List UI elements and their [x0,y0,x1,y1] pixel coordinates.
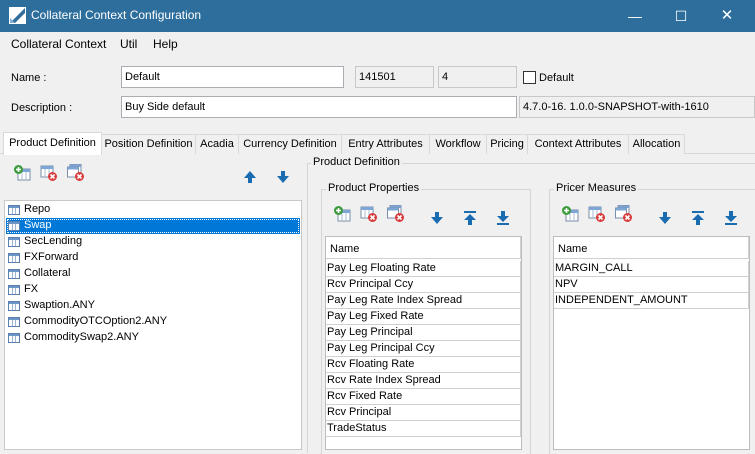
table-row[interactable]: Rcv Principal Ccy [326,277,521,293]
table-row[interactable]: Rcv Rate Index Spread [326,373,521,389]
title-bar[interactable]: Collateral Context Configuration — ☐ ✕ [0,0,755,32]
remove-all-icon[interactable] [615,205,633,223]
move-down-icon[interactable] [428,209,446,227]
description-label: Description : [11,102,73,114]
move-top-icon[interactable] [689,209,707,227]
build-version-field: 4.7.0-16. 1.0.0-SNAPSHOT-with-1610 [519,96,755,118]
menu-util[interactable]: Util [120,37,137,51]
move-top-icon[interactable] [461,209,479,227]
remove-icon[interactable] [360,205,378,223]
menu-help[interactable]: Help [153,37,178,51]
app-logo-icon [9,7,26,24]
list-item[interactable]: FX [6,282,300,298]
table-row[interactable]: MARGIN_CALL [554,261,749,277]
list-item-label: CommoditySwap2.ANY [24,331,139,343]
list-item-label: FX [24,283,39,295]
move-down-icon[interactable] [656,209,674,227]
table-icon [8,269,20,279]
tab-context-attributes[interactable]: Context Attributes [527,134,629,154]
product-properties-title: Product Properties [326,182,422,194]
tab-currency-definition[interactable]: Currency Definition [238,134,342,154]
move-bottom-icon[interactable] [494,209,512,227]
menu-collateral-context[interactable]: Collateral Context [11,37,106,51]
table-row[interactable]: Pay Leg Fixed Rate [326,309,521,325]
move-bottom-icon[interactable] [722,209,740,227]
name-label: Name : [11,72,47,84]
pricer-measures-title: Pricer Measures [554,182,639,194]
list-item[interactable]: FXForward [6,250,300,266]
tab-acadia[interactable]: Acadia [195,134,239,154]
list-item[interactable]: SecLending [6,234,300,250]
list-item[interactable]: CommoditySwap2.ANY [6,330,300,346]
table-row[interactable]: Pay Leg Rate Index Spread [326,293,521,309]
remove-all-icon[interactable] [67,164,85,182]
add-icon[interactable] [561,205,579,223]
table-row[interactable]: Rcv Floating Rate [326,357,521,373]
table-row[interactable]: TradeStatus [326,421,521,437]
product-definition-title: Product Definition [311,156,402,168]
tab-product-definition[interactable]: Product Definition [3,132,102,155]
table-icon [8,285,20,295]
context-header-form: Name : Default 141501 4 Default Descript… [0,57,755,130]
description-input[interactable]: Buy Side default [121,96,517,118]
table-row[interactable]: NPV [554,277,749,293]
tab-pricing[interactable]: Pricing [486,134,528,154]
list-item[interactable]: Swaption.ANY [6,298,300,314]
table-icon [8,253,20,263]
add-icon[interactable] [333,205,351,223]
version-field: 4 [438,66,517,88]
name-column-header[interactable]: Name [554,237,749,259]
close-button[interactable]: ✕ [704,0,750,32]
window-title: Collateral Context Configuration [31,8,202,22]
table-icon [8,237,20,247]
name-column-header[interactable]: Name [326,237,521,259]
tab-position-definition[interactable]: Position Definition [101,134,196,154]
default-checkbox[interactable] [523,71,536,84]
list-item-label: SecLending [24,235,83,247]
product-list[interactable]: Repo Swap SecLending FXForward Collatera… [4,200,302,450]
table-row[interactable]: Pay Leg Principal Ccy [326,341,521,357]
tab-entry-attributes[interactable]: Entry Attributes [341,134,430,154]
table-row[interactable]: Pay Leg Floating Rate [326,261,521,277]
remove-icon[interactable] [40,164,58,182]
pricer-measures-table[interactable]: Name MARGIN_CALL NPV INDEPENDENT_AMOUNT [553,236,750,450]
id-field: 141501 [355,66,434,88]
list-item[interactable]: Repo [6,202,300,218]
list-item-label: Swap [24,219,52,231]
default-checkbox-label: Default [539,72,574,84]
product-properties-table[interactable]: Name Pay Leg Floating Rate Rcv Principal… [325,236,522,450]
name-input[interactable]: Default [121,66,344,88]
table-icon [8,205,20,215]
table-icon [8,333,20,343]
table-row[interactable]: Pay Leg Principal [326,325,521,341]
list-item-label: FXForward [24,251,79,263]
list-item-label: Repo [24,203,51,215]
table-row[interactable]: Rcv Fixed Rate [326,389,521,405]
table-icon [8,301,20,311]
table-icon [8,317,20,327]
list-item[interactable]: CommodityOTCOption2.ANY [6,314,300,330]
tab-allocation[interactable]: Allocation [628,134,685,154]
list-item-label: Swaption.ANY [24,299,95,311]
remove-all-icon[interactable] [387,205,405,223]
minimize-button[interactable]: — [612,0,658,32]
menu-bar: Collateral Context Util Help [0,32,755,56]
product-definition-panel: Repo Swap SecLending FXForward Collatera… [0,154,755,454]
list-item-label: CommodityOTCOption2.ANY [24,315,168,327]
list-item-label: Collateral [24,267,71,279]
tab-bar: Product Definition Position Definition A… [0,132,755,155]
table-row[interactable]: INDEPENDENT_AMOUNT [554,293,749,309]
list-item-selected[interactable]: Swap [6,218,300,234]
table-row[interactable]: Rcv Principal [326,405,521,421]
maximize-button[interactable]: ☐ [658,0,704,32]
move-down-icon[interactable] [274,168,292,186]
add-icon[interactable] [13,164,31,182]
list-item[interactable]: Collateral [6,266,300,282]
table-icon [8,221,20,231]
move-up-icon[interactable] [241,168,259,186]
remove-icon[interactable] [588,205,606,223]
tab-workflow[interactable]: Workflow [429,134,487,154]
